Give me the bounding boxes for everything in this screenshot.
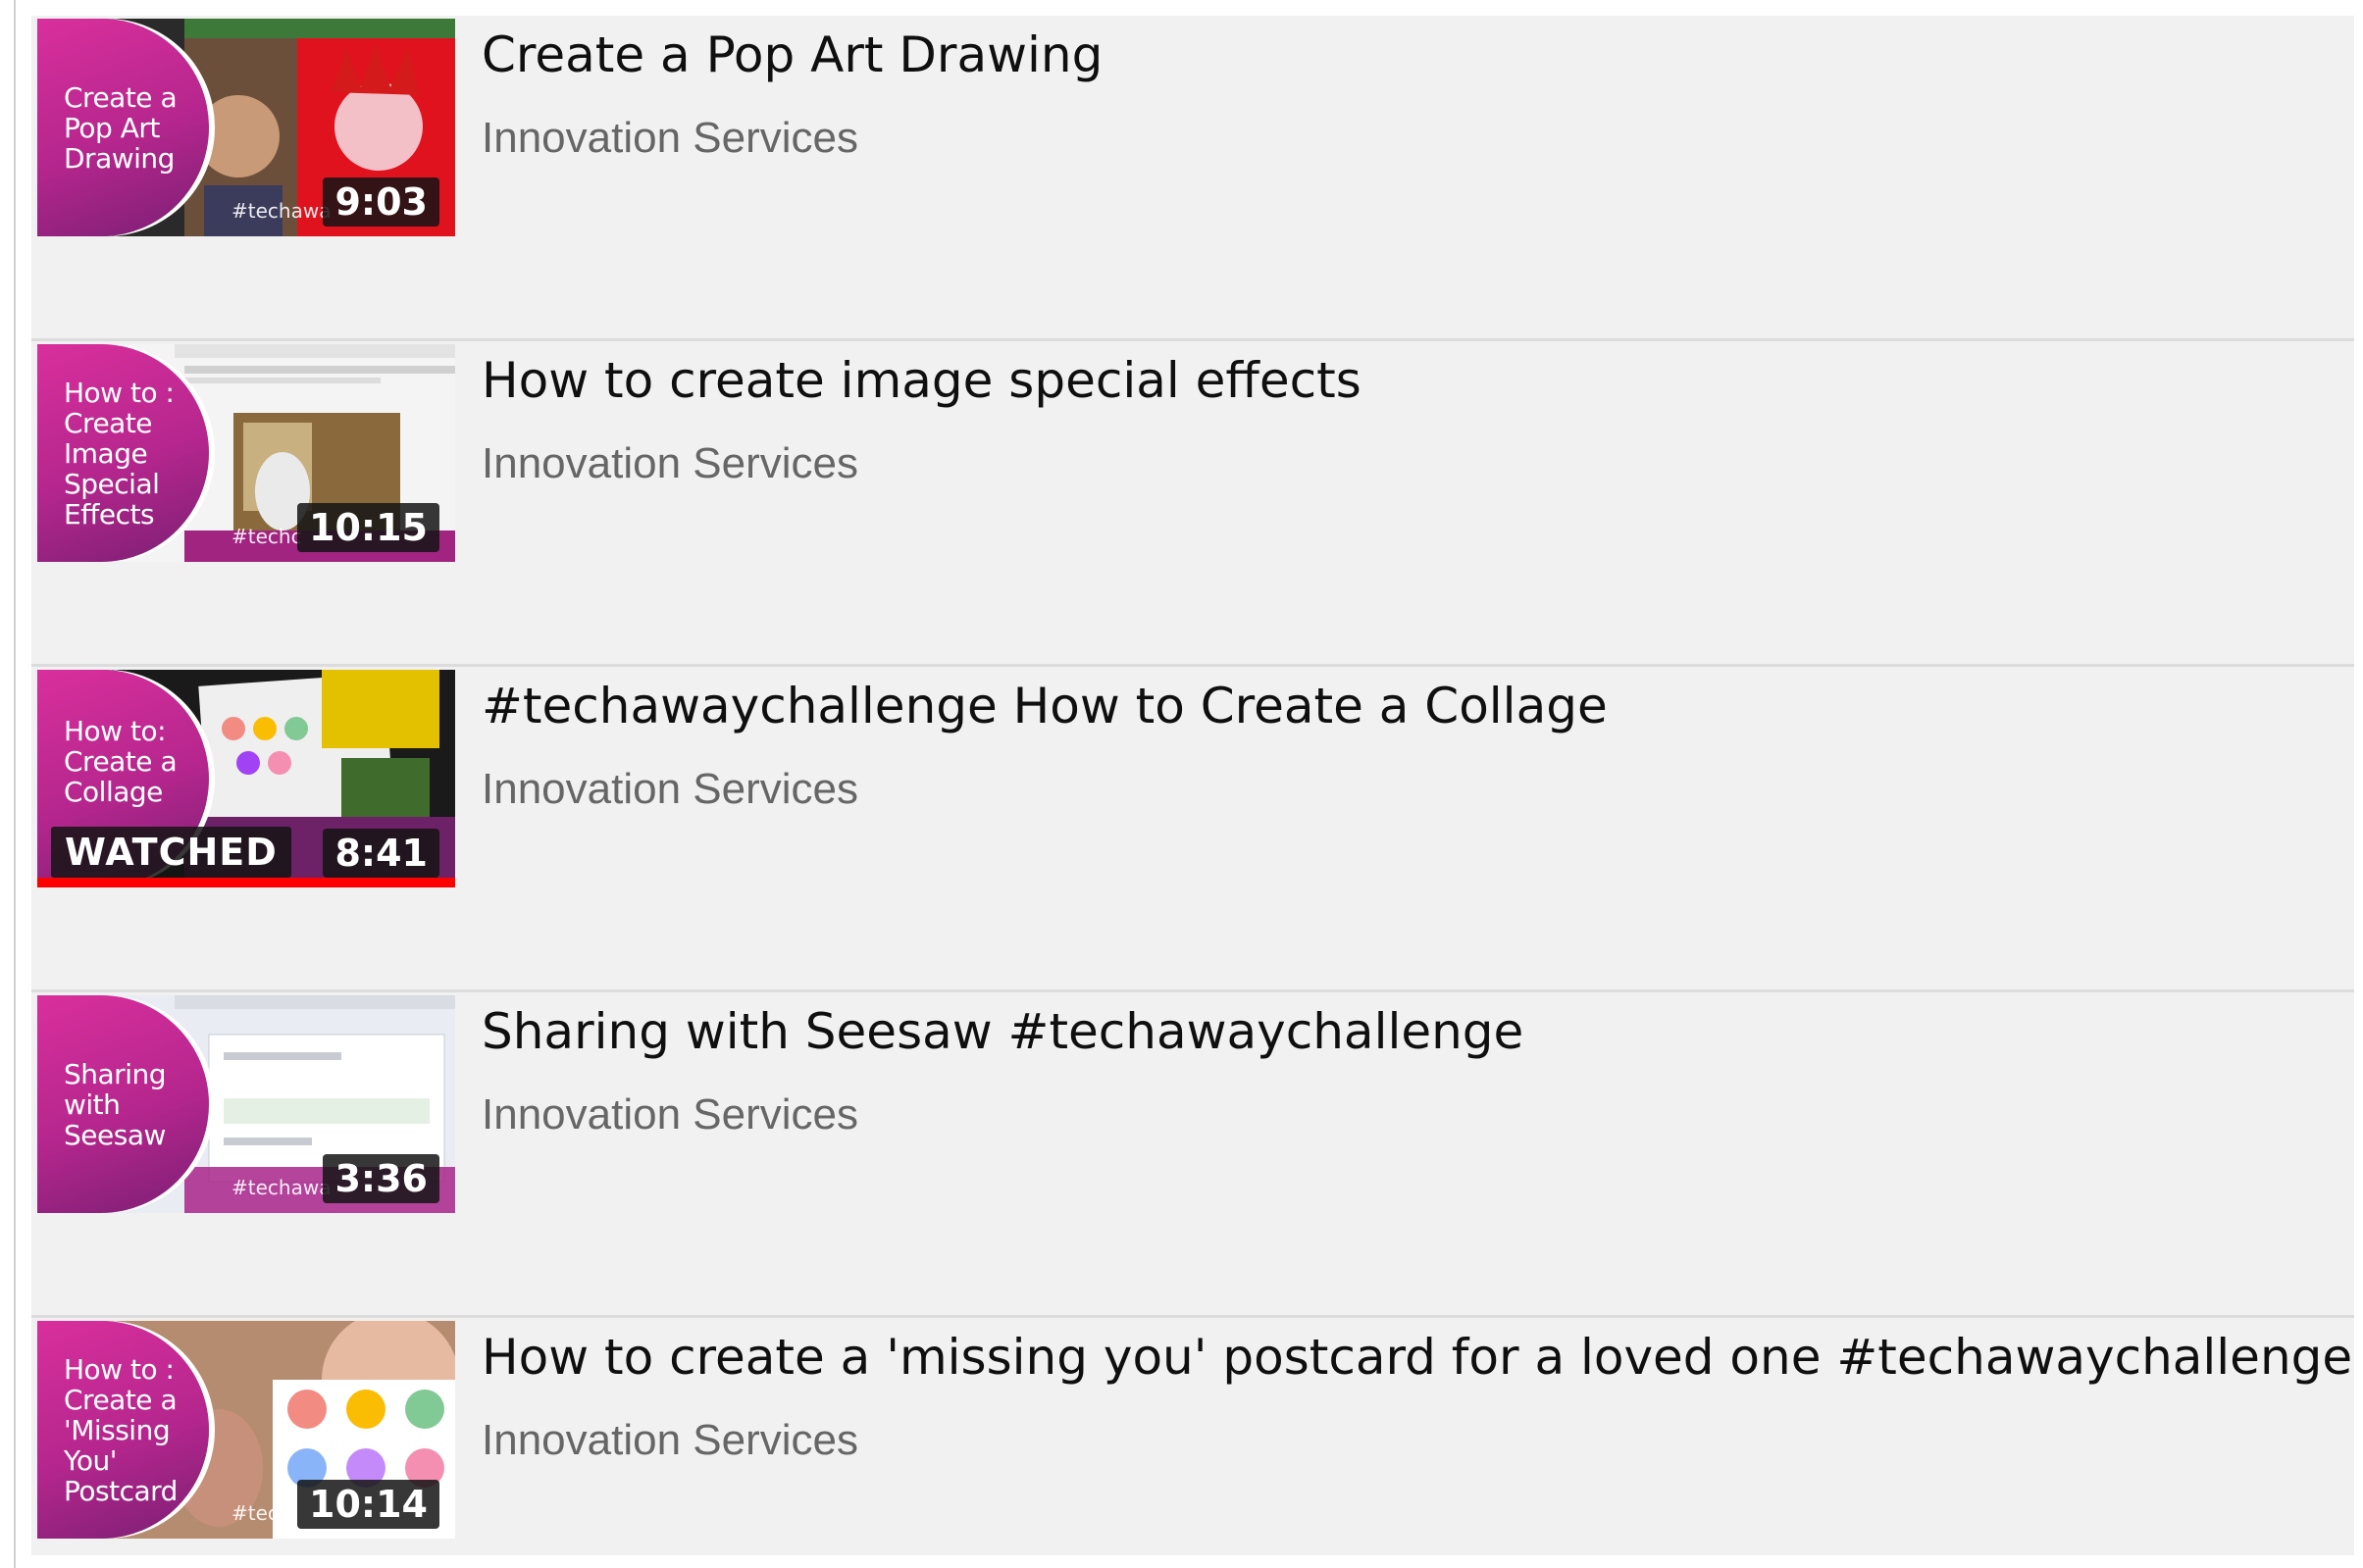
video-thumbnail[interactable]: How to : Create Image Special Effects #t… xyxy=(37,344,455,562)
video-title[interactable]: Create a Pop Art Drawing xyxy=(482,24,1103,86)
channel-name[interactable]: Innovation Services xyxy=(482,763,858,816)
video-title[interactable]: Sharing with Seesaw #techawaychallenge xyxy=(482,1000,1523,1063)
video-thumbnail[interactable]: How to : Create a 'Missing You' Postcard… xyxy=(37,1321,455,1539)
video-item[interactable]: How to: Create a Collage WATCHED 8:41 #t… xyxy=(31,667,2354,992)
duration-badge: 9:03 xyxy=(323,177,439,227)
duration-badge: 10:14 xyxy=(297,1480,439,1529)
channel-name[interactable]: Innovation Services xyxy=(482,437,858,490)
channel-name[interactable]: Innovation Services xyxy=(482,1088,858,1141)
video-item[interactable]: Create a Pop Art Drawing #techawa 9:03 C… xyxy=(31,16,2354,341)
duration-badge: 10:15 xyxy=(297,503,439,552)
page: Create a Pop Art Drawing #techawa 9:03 C… xyxy=(0,0,2363,1568)
video-title[interactable]: How to create a 'missing you' postcard f… xyxy=(482,1326,2352,1389)
watch-progress-bar xyxy=(37,878,455,887)
channel-name[interactable]: Innovation Services xyxy=(482,112,858,165)
duration-badge: 3:36 xyxy=(323,1154,439,1203)
video-title[interactable]: How to create image special effects xyxy=(482,349,1361,412)
thumbnail-caption: How to : Create Image Special Effects xyxy=(64,376,175,531)
video-thumbnail[interactable]: Create a Pop Art Drawing #techawa 9:03 xyxy=(37,19,455,236)
video-thumbnail[interactable]: Sharing with Seesaw #techawa 3:36 xyxy=(37,995,455,1213)
video-item[interactable]: How to : Create a 'Missing You' Postcard… xyxy=(31,1318,2354,1555)
watched-badge: WATCHED xyxy=(51,827,291,878)
video-list: Create a Pop Art Drawing #techawa 9:03 C… xyxy=(31,16,2354,1555)
video-item[interactable]: How to : Create Image Special Effects #t… xyxy=(31,341,2354,667)
channel-name[interactable]: Innovation Services xyxy=(482,1414,858,1467)
thumbnail-caption: How to : Create a 'Missing You' Postcard xyxy=(64,1352,178,1507)
thumbnail-hashtag: #techc xyxy=(231,525,302,548)
left-border xyxy=(14,0,16,1568)
thumbnail-hashtag: #techc xyxy=(231,1501,302,1525)
video-item[interactable]: Sharing with Seesaw #techawa 3:36 Sharin… xyxy=(31,992,2354,1318)
duration-badge: 8:41 xyxy=(323,829,439,878)
video-title[interactable]: #techawaychallenge How to Create a Colla… xyxy=(482,675,1608,737)
thumbnail-caption: Sharing with Seesaw xyxy=(64,1057,167,1151)
video-thumbnail[interactable]: How to: Create a Collage WATCHED 8:41 xyxy=(37,670,455,887)
thumbnail-hashtag: #techawa xyxy=(231,1176,332,1199)
thumbnail-caption: Create a Pop Art Drawing xyxy=(64,80,178,175)
thumbnail-hashtag: #techawa xyxy=(231,199,332,223)
